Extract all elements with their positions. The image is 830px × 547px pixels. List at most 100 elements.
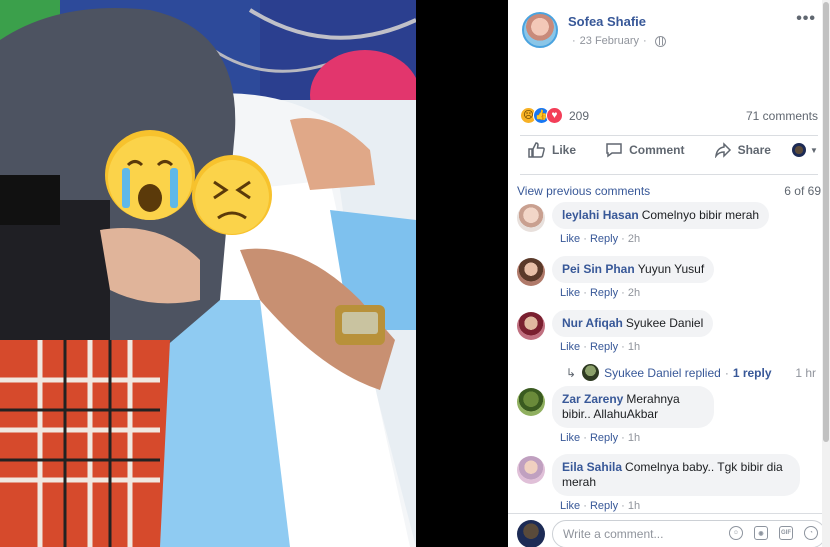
scrollbar[interactable] bbox=[822, 0, 830, 547]
composer-icons: ☺ ◉ GIF ◔ bbox=[729, 526, 818, 540]
comment-like-link[interactable]: Like bbox=[560, 287, 580, 299]
comment-time[interactable]: 1h bbox=[628, 341, 640, 353]
more-options-button[interactable]: ••• bbox=[796, 10, 816, 28]
comment-meta: Like · Reply · 1h bbox=[560, 432, 641, 444]
comment-meta: Like · Reply · 1h bbox=[560, 341, 641, 353]
post-side-panel: Sofea Shafie · 23 February · ••• ☹ 👍 ♥ 2… bbox=[508, 0, 830, 547]
comment-bubble: Pei Sin Phan Yuyun Yusuf bbox=[552, 256, 715, 283]
like-label: Like bbox=[552, 143, 577, 157]
divider bbox=[520, 135, 818, 136]
post-photo[interactable] bbox=[0, 0, 416, 547]
thumbs-up-icon bbox=[528, 142, 545, 158]
reply-count-link[interactable]: 1 reply bbox=[733, 366, 772, 380]
previous-comments-row: View previous comments 6 of 69 bbox=[517, 184, 821, 198]
commenter-name[interactable]: Zar Zareny bbox=[562, 392, 623, 406]
commenter-name[interactable]: leylahi Hasan bbox=[562, 208, 639, 222]
photo-viewer: Sofea Shafie · 23 February · ••• ☹ 👍 ♥ 2… bbox=[0, 0, 830, 547]
author-name[interactable]: Sofea Shafie bbox=[568, 14, 666, 29]
header-text: Sofea Shafie · 23 February · bbox=[568, 14, 666, 47]
comment-body: Nur Afiqah Syukee Daniel Like · Reply · 1… bbox=[552, 310, 714, 353]
share-label: Share bbox=[737, 143, 771, 157]
comment-meta: Like · Reply · 1h bbox=[560, 500, 641, 512]
photo-image bbox=[0, 0, 416, 547]
comment-body: Eila Sahila Comelnya baby.. Tgk bibir dia… bbox=[552, 454, 800, 512]
user-avatar-icon bbox=[792, 143, 807, 157]
reply-separator: · bbox=[724, 365, 729, 380]
comment-like-link[interactable]: Like bbox=[560, 500, 580, 512]
action-bar: Like Comment Share ▼ bbox=[520, 140, 818, 160]
divider bbox=[520, 174, 818, 175]
commenter-name[interactable]: Eila Sahila bbox=[562, 460, 622, 474]
comment-time[interactable]: 2h bbox=[628, 233, 640, 245]
comment-text[interactable]: Yuyun Yusuf bbox=[638, 262, 705, 276]
comment-like-link[interactable]: Like bbox=[560, 233, 580, 245]
post-date[interactable]: 23 February bbox=[580, 35, 639, 47]
love-icon: ♥ bbox=[546, 107, 563, 124]
meta-separator: · bbox=[642, 35, 647, 47]
comment-composer: Write a comment... ☺ ◉ GIF ◔ bbox=[508, 513, 830, 547]
comment-item: leylahi Hasan Comelnyo bibir merah Like ·… bbox=[517, 202, 770, 245]
comment-bubble: leylahi Hasan Comelnyo bibir merah bbox=[552, 202, 770, 229]
replies-summary[interactable]: ↳ Syukee Daniel replied · 1 reply 1 hr bbox=[566, 364, 816, 381]
comment-time[interactable]: 2h bbox=[628, 287, 640, 299]
comment-button[interactable]: Comment bbox=[597, 140, 692, 160]
comment-time[interactable]: 1h bbox=[628, 432, 640, 444]
comment-label: Comment bbox=[629, 143, 685, 157]
comment-like-link[interactable]: Like bbox=[560, 432, 580, 444]
comment-bubble: Nur Afiqah Syukee Daniel bbox=[552, 310, 714, 337]
commenter-name[interactable]: Pei Sin Phan bbox=[562, 262, 635, 276]
reply-time[interactable]: 1 hr bbox=[795, 366, 816, 380]
chevron-down-icon: ▼ bbox=[810, 145, 818, 155]
photo-area bbox=[0, 0, 508, 547]
scrollbar-thumb[interactable] bbox=[823, 2, 829, 442]
sticker-icon[interactable]: ◔ bbox=[804, 526, 818, 540]
comment-bubble: Eila Sahila Comelnya baby.. Tgk bibir dia… bbox=[552, 454, 800, 496]
emoji-icon[interactable]: ☺ bbox=[729, 526, 743, 540]
comment-like-link[interactable]: Like bbox=[560, 341, 580, 353]
comment-body: Zar Zareny Merahnya bibir.. AllahuAkbar L… bbox=[552, 386, 714, 444]
replied-text[interactable]: Syukee Daniel replied bbox=[604, 366, 721, 380]
reply-arrow-icon: ↳ bbox=[566, 365, 577, 380]
date-separator: · bbox=[572, 35, 576, 47]
view-previous-comments-link[interactable]: View previous comments bbox=[517, 184, 650, 198]
globe-icon[interactable] bbox=[654, 35, 666, 47]
share-button[interactable]: Share bbox=[706, 140, 779, 160]
commenter-avatar[interactable] bbox=[517, 388, 545, 416]
post-meta: · 23 February · bbox=[568, 35, 666, 47]
speech-bubble-icon bbox=[606, 143, 622, 158]
comment-reply-link[interactable]: Reply bbox=[590, 233, 618, 245]
commenter-avatar[interactable] bbox=[517, 312, 545, 340]
commenter-avatar[interactable] bbox=[517, 258, 545, 286]
comment-text[interactable]: Syukee Daniel bbox=[626, 316, 703, 330]
comment-reply-link[interactable]: Reply bbox=[590, 287, 618, 299]
commenter-avatar[interactable] bbox=[517, 456, 545, 484]
comment-body: leylahi Hasan Comelnyo bibir merah Like ·… bbox=[552, 202, 770, 245]
comment-reply-link[interactable]: Reply bbox=[590, 432, 618, 444]
share-arrow-icon bbox=[714, 142, 731, 158]
post-header: Sofea Shafie · 23 February · bbox=[522, 12, 666, 48]
author-avatar[interactable] bbox=[522, 12, 558, 48]
comment-item: Eila Sahila Comelnya baby.. Tgk bibir dia… bbox=[517, 454, 800, 512]
comment-time[interactable]: 1h bbox=[628, 500, 640, 512]
reaction-summary[interactable]: ☹ 👍 ♥ 209 bbox=[520, 107, 589, 124]
commenter-name[interactable]: Nur Afiqah bbox=[562, 316, 623, 330]
comment-placeholder: Write a comment... bbox=[563, 527, 664, 541]
comment-item: Zar Zareny Merahnya bibir.. AllahuAkbar L… bbox=[517, 386, 714, 444]
comment-meta: Like · Reply · 2h bbox=[560, 233, 641, 245]
comment-item: Pei Sin Phan Yuyun Yusuf Like · Reply · 2… bbox=[517, 256, 715, 299]
like-button[interactable]: Like bbox=[520, 140, 584, 160]
comment-text: Comelnyo bibir merah bbox=[641, 208, 760, 222]
comments-page-count: 6 of 69 bbox=[784, 184, 821, 198]
comment-reply-link[interactable]: Reply bbox=[590, 341, 618, 353]
comment-body: Pei Sin Phan Yuyun Yusuf Like · Reply · 2… bbox=[552, 256, 715, 299]
comment-bubble: Zar Zareny Merahnya bibir.. AllahuAkbar bbox=[552, 386, 714, 428]
reaction-count: 209 bbox=[569, 108, 590, 123]
replier-avatar bbox=[582, 364, 600, 381]
camera-icon[interactable]: ◉ bbox=[754, 526, 768, 540]
commenter-avatar[interactable] bbox=[517, 204, 545, 232]
comment-meta: Like · Reply · 2h bbox=[560, 287, 641, 299]
gif-icon[interactable]: GIF bbox=[779, 526, 793, 540]
comment-reply-link[interactable]: Reply bbox=[590, 500, 618, 512]
comments-count-link[interactable]: 71 comments bbox=[746, 109, 818, 123]
react-as-selector[interactable]: ▼ bbox=[792, 143, 818, 157]
